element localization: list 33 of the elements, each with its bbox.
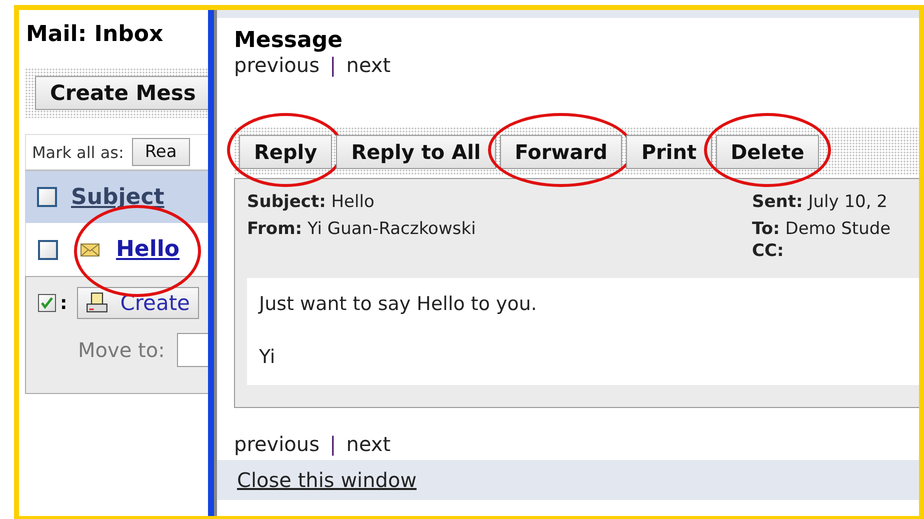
body-text: Just want to say Hello to you. bbox=[259, 292, 538, 317]
printer-icon bbox=[86, 292, 108, 314]
checkbox[interactable] bbox=[38, 294, 56, 312]
colon-text: : bbox=[60, 292, 68, 314]
folder-select[interactable] bbox=[176, 333, 208, 367]
toolbar-button[interactable]: Forward bbox=[500, 135, 622, 169]
message-subject-link[interactable]: Hello bbox=[116, 237, 180, 262]
close-window-link[interactable]: Close this window bbox=[237, 468, 417, 492]
header-field: Subject: Hello bbox=[247, 189, 752, 216]
mark-read-button[interactable]: Rea bbox=[132, 138, 190, 166]
mark-all-label: Mark all as: bbox=[32, 142, 124, 162]
checkbox[interactable] bbox=[38, 240, 58, 260]
previous-link[interactable]: previous bbox=[234, 432, 320, 456]
header-field: From: Yi Guan-Raczkowski bbox=[247, 216, 752, 243]
create-button[interactable]: Create bbox=[77, 287, 199, 319]
next-link[interactable]: next bbox=[346, 53, 391, 77]
separator-text: | bbox=[330, 53, 336, 77]
toolbar-button[interactable]: Reply to All bbox=[336, 135, 496, 169]
header-field: To: Demo Stude bbox=[752, 216, 919, 243]
previous-link[interactable]: previous bbox=[234, 53, 320, 77]
separator-text: | bbox=[330, 432, 336, 456]
header-field: Sent: July 10, 2 bbox=[752, 189, 919, 216]
move-to-label: Move to: bbox=[78, 338, 165, 362]
next-link[interactable]: next bbox=[346, 432, 391, 456]
toolbar-button[interactable]: Reply bbox=[239, 135, 332, 169]
body-text: Yi bbox=[259, 344, 276, 370]
checkbox[interactable] bbox=[37, 187, 57, 207]
message-title: Message bbox=[234, 28, 344, 53]
page-title: Mail: Inbox bbox=[25, 21, 164, 49]
toolbar-button[interactable]: Print bbox=[626, 135, 712, 169]
header-field: CC: bbox=[752, 243, 919, 260]
create-message-button[interactable]: Create Mess bbox=[35, 76, 208, 110]
toolbar-button[interactable]: Delete bbox=[716, 135, 820, 169]
